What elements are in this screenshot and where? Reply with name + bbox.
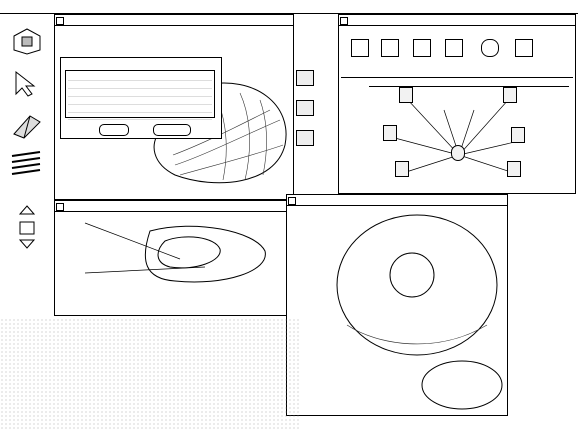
pointer-tool-icon[interactable] xyxy=(10,66,44,100)
graph-node[interactable] xyxy=(507,161,521,177)
side-button-3[interactable] xyxy=(296,130,314,146)
list-item[interactable] xyxy=(68,111,212,120)
outline-diagram xyxy=(84,222,266,283)
menu-bar xyxy=(0,0,578,14)
graph-node[interactable] xyxy=(503,87,517,103)
lines-tool-glyph xyxy=(11,151,41,175)
lines-tool-icon[interactable] xyxy=(10,148,44,178)
ok-button[interactable] xyxy=(99,124,129,136)
cut-tool-glyph xyxy=(13,115,41,139)
arrows-tool-glyph xyxy=(18,205,36,249)
arrows-tool-icon[interactable] xyxy=(10,204,44,254)
select-dialog xyxy=(60,57,222,139)
lower-right-window xyxy=(286,194,508,416)
tool-palette xyxy=(2,14,55,314)
graph-root-node[interactable] xyxy=(451,145,465,161)
lower-left-window xyxy=(54,200,294,316)
graph-node[interactable] xyxy=(395,161,409,177)
graph-node[interactable] xyxy=(399,87,413,103)
side-button-1[interactable] xyxy=(296,70,314,86)
graph-node[interactable] xyxy=(383,125,397,141)
pointer-tool-glyph xyxy=(15,70,36,97)
cell-illustration xyxy=(336,214,503,410)
shape-tool-glyph xyxy=(13,28,41,55)
cut-tool-icon[interactable] xyxy=(10,110,44,140)
graph-node[interactable] xyxy=(511,127,525,143)
cancel-button[interactable] xyxy=(153,124,191,136)
background-texture xyxy=(0,318,300,430)
shape-tool-icon[interactable] xyxy=(10,26,44,56)
dialog-list[interactable] xyxy=(65,70,215,120)
graph-edges xyxy=(390,98,520,174)
side-button-2[interactable] xyxy=(296,100,314,116)
graph-window xyxy=(338,14,576,194)
